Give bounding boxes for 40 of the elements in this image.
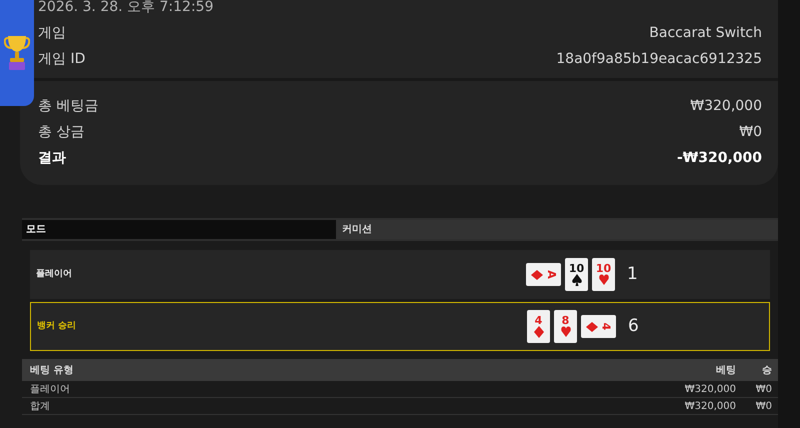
total-value: ₩320,000 [690, 97, 762, 116]
heart-icon [560, 326, 570, 338]
detail-label: 게임 [38, 24, 66, 43]
column-header: 베팅 유형 [29, 364, 74, 378]
table-cell-text: 플레이어 [29, 382, 71, 396]
table-cell-text: ₩0 [754, 400, 773, 414]
hand-label: 뱅커 승리 [36, 320, 78, 333]
table-cell-text: 합계 [29, 400, 51, 414]
hand-score: 6 [628, 314, 639, 338]
heart-icon [598, 274, 608, 286]
spade-icon [572, 274, 582, 286]
total-value: ₩0 [739, 123, 762, 142]
table-cell-text: ₩0 [754, 382, 773, 396]
playing-card: 4 [527, 310, 550, 343]
column-header: 모드 [22, 220, 336, 239]
table-cell-text: ₩320,000 [684, 400, 737, 414]
trophy-icon [4, 34, 30, 72]
total-label: 결과 [38, 149, 66, 168]
trophy-badge[interactable] [0, 0, 34, 106]
total-value: -₩320,000 [676, 149, 762, 168]
date-time: 2026. 3. 28. 오후 7:12:59 [38, 0, 214, 15]
playing-card: 10 [592, 258, 615, 291]
hand-score: 1 [627, 262, 638, 286]
playing-card: 8 [554, 310, 577, 343]
hand-label: 플레이어 [35, 268, 73, 281]
column-header: 승 [761, 364, 773, 378]
detail-label: 게임 ID [38, 50, 86, 69]
playing-card: 10 [565, 258, 588, 291]
playing-card: A [526, 263, 561, 286]
detail-value: 18a0f9a85b19eacac6912325 [556, 50, 762, 69]
diamond-icon [530, 270, 543, 280]
total-label: 총 상금 [38, 123, 84, 142]
table-cell-text: ₩320,000 [684, 382, 737, 396]
column-header: 베팅 [715, 364, 737, 378]
diamond-icon [534, 326, 544, 338]
detail-value: Baccarat Switch [649, 24, 762, 43]
column-header: 커미션 [336, 220, 778, 239]
diamond-icon [586, 322, 598, 332]
total-label: 총 베팅금 [38, 97, 98, 116]
playing-card: 4 [581, 315, 616, 338]
